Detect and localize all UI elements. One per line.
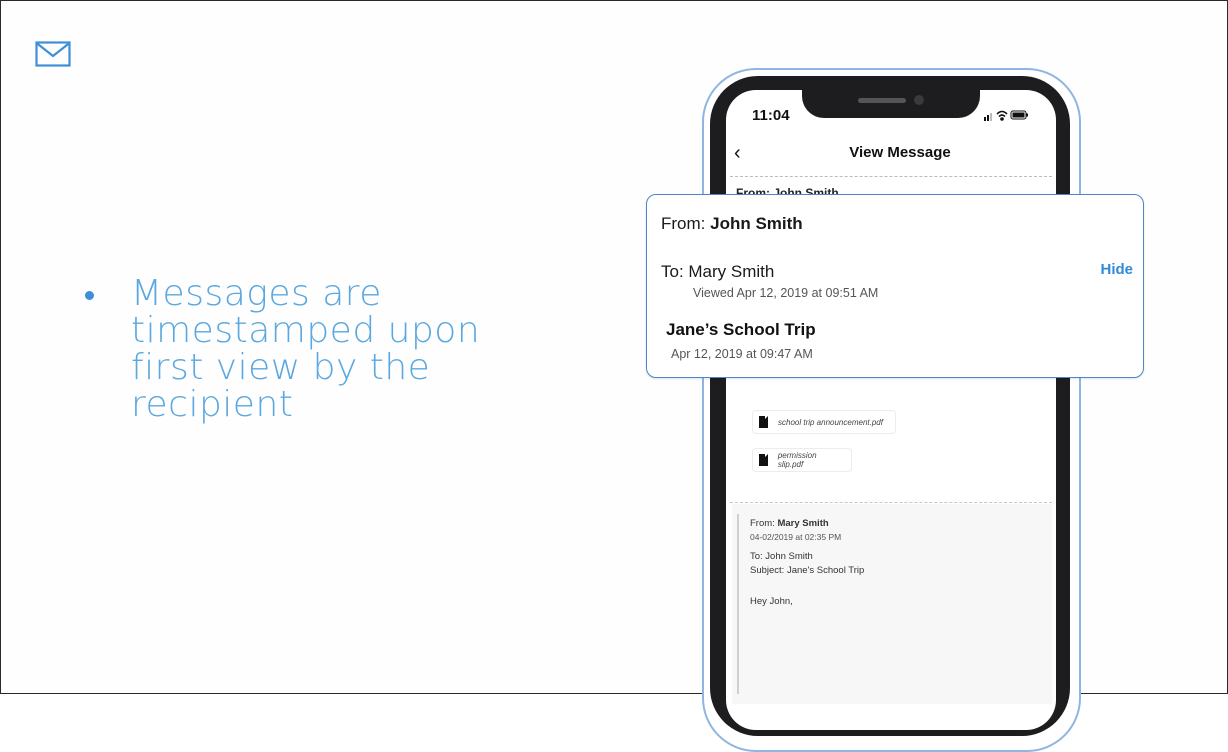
- bullet-text: Messages are timestamped upon first view…: [131, 273, 481, 425]
- back-chevron-icon[interactable]: ‹: [734, 142, 750, 164]
- status-icons: [984, 110, 1028, 121]
- quote-bar: [737, 514, 739, 694]
- mail-icon: [35, 41, 71, 67]
- battery-icon: [1010, 110, 1028, 120]
- quoted-greeting: Hey John,: [750, 596, 793, 607]
- signal-icon: [984, 113, 992, 121]
- quoted-date: 04-02/2019 at 02:35 PM: [750, 532, 842, 542]
- speaker-grille: [858, 98, 906, 103]
- quoted-from: From: Mary Smith: [750, 518, 829, 529]
- message-subject: Jane’s School Trip: [666, 320, 816, 339]
- nav-title: View Message: [849, 144, 951, 161]
- status-time: 11:04: [752, 107, 790, 124]
- card-from-name: John Smith: [710, 214, 803, 233]
- wifi-icon: [996, 110, 1008, 121]
- peek-from-text: From: John Smith: [736, 186, 839, 194]
- sent-timestamp: Apr 12, 2019 at 09:47 AM: [671, 347, 813, 361]
- document-icon: [759, 416, 768, 428]
- viewed-timestamp: Viewed Apr 12, 2019 at 09:51 AM: [693, 286, 879, 300]
- quoted-to: To: John Smith: [750, 551, 813, 562]
- quoted-from-name: Mary Smith: [777, 518, 829, 529]
- card-from: From: John Smith: [661, 214, 803, 233]
- bullet-dot: [85, 291, 94, 300]
- attachment-name: school trip announcement.pdf: [778, 417, 883, 427]
- front-camera: [914, 95, 924, 105]
- card-to: To: Mary Smith: [661, 262, 775, 281]
- quoted-subject: Subject: Jane's School Trip: [750, 565, 865, 576]
- hide-button[interactable]: Hide: [1100, 261, 1133, 278]
- attachment-item[interactable]: school trip announcement.pdf: [752, 410, 896, 434]
- message-details-card: From: John Smith To: Mary Smith Hide Vie…: [646, 194, 1144, 378]
- quote-divider: [730, 502, 1052, 503]
- attachment-item[interactable]: permission slip.pdf: [752, 448, 852, 472]
- attachment-name: permission slip.pdf: [777, 451, 817, 469]
- nav-divider: [730, 176, 1052, 177]
- document-icon: [759, 454, 768, 466]
